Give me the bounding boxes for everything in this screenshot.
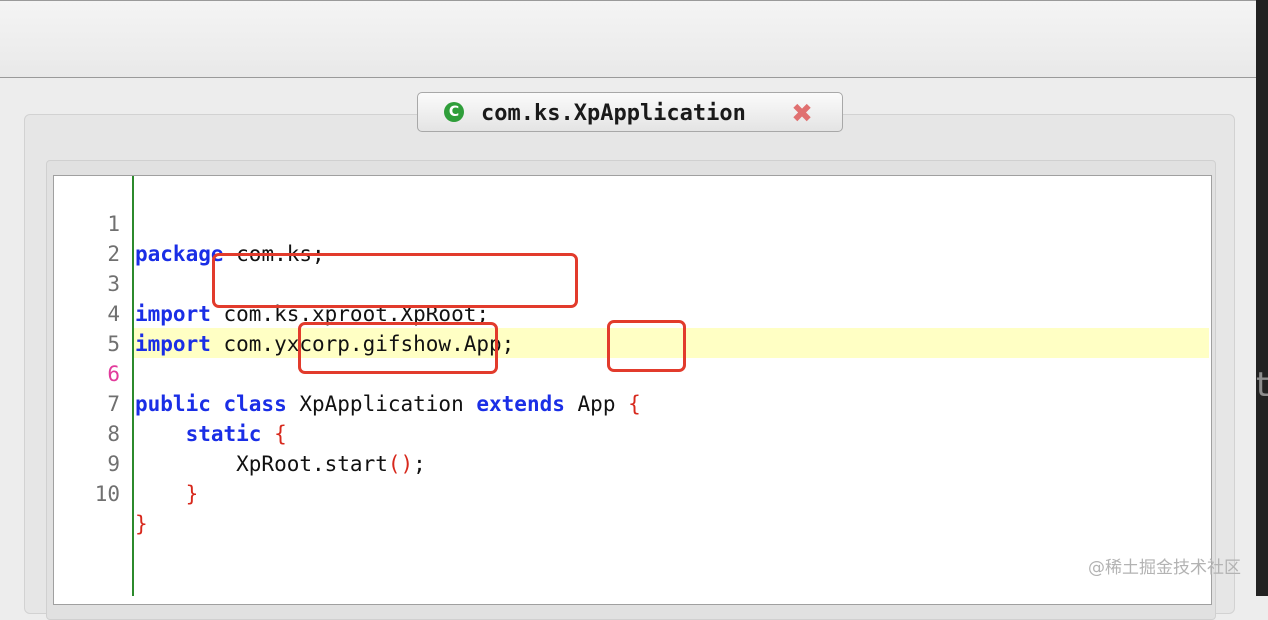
line-number: 10	[94, 482, 120, 506]
keyword: extends	[476, 392, 565, 416]
code-line: 5	[0, 299, 120, 356]
code-text[interactable]: static {	[135, 419, 287, 449]
code-text[interactable]: public class XpApplication extends App {	[135, 389, 641, 419]
class-c-icon: C	[444, 102, 464, 122]
close-icon[interactable]: ✖	[789, 101, 815, 127]
code-line: 1 package com.ks;	[0, 179, 324, 266]
code-line: 4 import com.yxcorp.gifshow.App;	[0, 269, 514, 356]
annotation-box-class-name	[298, 322, 498, 374]
side-strip: t	[1256, 0, 1268, 596]
keyword: static	[185, 422, 262, 446]
code-line: 3 import com.ks.xproot.XpRoot;	[0, 239, 489, 326]
brace: {	[274, 422, 287, 446]
superclass-token: App	[564, 392, 629, 416]
code-text[interactable]: XpRoot.start();	[135, 449, 426, 479]
brace: }	[135, 512, 148, 536]
keyword: import	[135, 302, 211, 326]
code-token: ;	[413, 452, 426, 476]
keyword: package	[135, 242, 224, 266]
code-line: 9 }	[0, 419, 198, 506]
annotation-box-import-app	[212, 253, 578, 308]
code-line: 7 static {	[0, 359, 286, 446]
toolbar-area	[0, 0, 1256, 78]
annotation-box-superclass	[607, 320, 686, 372]
code-line: 10 }	[0, 449, 148, 536]
code-line: 6 public class XpApplication extends App…	[0, 329, 640, 416]
code-line: 8 XpRoot.start();	[0, 389, 425, 476]
parens: ()	[387, 452, 414, 476]
class-name-token: XpApplication	[286, 392, 477, 416]
brace: }	[185, 482, 199, 506]
brace: {	[628, 392, 641, 416]
code-token: XpRoot.start	[135, 452, 388, 476]
keyword: public class	[135, 392, 287, 416]
watermark: @稀土掘金技术社区	[1088, 558, 1241, 578]
editor-tab[interactable]: C com.ks.XpApplication ✖	[417, 92, 843, 132]
code-text[interactable]: }	[135, 479, 199, 509]
code-text[interactable]: }	[135, 509, 148, 539]
change-marker	[132, 176, 134, 596]
code-line: 2	[0, 209, 120, 266]
tab-title: com.ks.XpApplication	[481, 101, 746, 126]
keyword: import	[135, 332, 211, 356]
side-glyph: t	[1256, 365, 1268, 405]
